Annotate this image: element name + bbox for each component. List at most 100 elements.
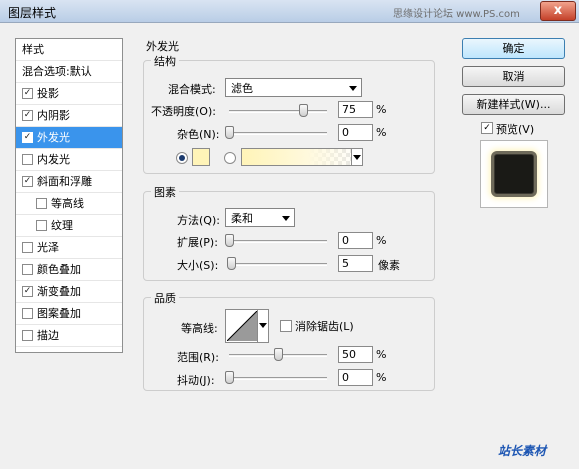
chevron-down-icon <box>259 323 267 328</box>
title-bar: 图层样式 思缘设计论坛 www.PS.com x <box>0 0 579 23</box>
cancel-button[interactable]: 取消 <box>462 66 565 87</box>
method-label: 方法(Q): <box>177 214 220 227</box>
footer-logo: 站长素材 <box>498 444 547 458</box>
opacity-label: 不透明度(O): <box>151 105 216 118</box>
antialias-checkbox[interactable] <box>280 320 292 332</box>
style-list-checkbox[interactable]: ✓ <box>22 110 33 121</box>
style-list-item[interactable]: 颜色叠加 <box>16 259 122 281</box>
style-list-header-label: 样式 <box>22 43 44 56</box>
opacity-slider-thumb[interactable] <box>298 104 308 117</box>
style-list-item-label: 描边 <box>37 329 59 342</box>
range-label: 范围(R): <box>177 351 219 364</box>
style-list-item-label: 投影 <box>37 87 59 100</box>
jitter-input[interactable]: 0 <box>338 369 373 386</box>
size-slider-track[interactable] <box>229 263 327 266</box>
spread-slider-thumb[interactable] <box>225 234 234 247</box>
style-list-item-label: 纹理 <box>51 219 73 232</box>
style-list-item-label: 渐变叠加 <box>37 285 81 298</box>
size-slider-thumb[interactable] <box>226 257 236 270</box>
antialias-label: 消除锯齿(L) <box>295 320 354 333</box>
style-list-checkbox[interactable] <box>22 154 33 165</box>
gradient-dropdown-button[interactable] <box>351 149 362 165</box>
size-unit: 像素 <box>378 259 400 272</box>
blend-options-item[interactable]: 混合选项:默认 <box>16 61 122 83</box>
style-list-checkbox[interactable]: ✓ <box>22 286 33 297</box>
spread-slider-track[interactable] <box>229 240 327 243</box>
chevron-down-icon <box>282 216 290 221</box>
solid-color-radio[interactable] <box>176 152 188 164</box>
style-list-item[interactable]: ✓ 渐变叠加 <box>16 281 122 303</box>
blend-mode-label: 混合模式: <box>168 83 216 96</box>
jitter-unit: % <box>376 371 387 384</box>
style-list-checkbox[interactable] <box>22 264 33 275</box>
style-list-item[interactable]: ✓ 斜面和浮雕 <box>16 171 122 193</box>
style-list-item[interactable]: ✓ 外发光 <box>16 127 122 149</box>
style-list-header[interactable]: 样式 <box>16 39 122 61</box>
jitter-slider-thumb[interactable] <box>225 371 234 384</box>
gradient-radio[interactable] <box>224 152 236 164</box>
style-list-checkbox[interactable] <box>22 330 33 341</box>
style-list-item[interactable]: ✓ 投影 <box>16 83 122 105</box>
style-list-item-label: 内阴影 <box>37 109 70 122</box>
blend-mode-dropdown[interactable]: 滤色 <box>225 78 362 97</box>
size-input[interactable]: 5 <box>338 255 373 272</box>
chevron-down-icon <box>349 86 357 91</box>
style-list-item[interactable]: 纹理 <box>16 215 122 237</box>
style-list-item[interactable]: ✓ 内阴影 <box>16 105 122 127</box>
preview-label: 预览(V) <box>496 123 535 136</box>
contour-dropdown-button[interactable] <box>257 310 268 342</box>
jitter-slider-track[interactable] <box>229 377 327 380</box>
style-list-item[interactable]: 等高线 <box>16 193 122 215</box>
close-button[interactable]: x <box>540 1 576 21</box>
contour-label: 等高线: <box>181 322 218 335</box>
radio-selected-dot <box>179 155 185 161</box>
opacity-slider-track[interactable] <box>229 110 327 113</box>
style-list-checkbox[interactable]: ✓ <box>22 88 33 99</box>
structure-legend: 结构 <box>151 53 179 69</box>
window-title: 图层样式 <box>8 6 57 20</box>
elements-legend: 图素 <box>151 184 179 200</box>
style-list-item-label: 光泽 <box>37 241 59 254</box>
opacity-unit: % <box>376 103 387 116</box>
blend-mode-value: 滤色 <box>231 82 253 95</box>
method-value: 柔和 <box>231 212 253 225</box>
watermark-text: 思缘设计论坛 www.PS.com <box>393 9 520 20</box>
range-slider-thumb[interactable] <box>274 348 283 361</box>
style-list-checkbox[interactable] <box>22 242 33 253</box>
noise-label: 杂色(N): <box>177 128 220 141</box>
style-list-item-label: 斜面和浮雕 <box>37 175 92 188</box>
opacity-input[interactable]: 75 <box>338 101 373 118</box>
style-list-checkbox[interactable] <box>36 198 47 209</box>
quality-legend: 品质 <box>151 290 179 306</box>
spread-input[interactable]: 0 <box>338 232 373 249</box>
style-list-checkbox[interactable]: ✓ <box>22 132 33 143</box>
style-list-item-label: 图案叠加 <box>37 307 81 320</box>
style-list-item[interactable]: 描边 <box>16 325 122 347</box>
new-style-button[interactable]: 新建样式(W)... <box>462 94 565 115</box>
blend-options-label: 混合选项:默认 <box>22 65 92 78</box>
style-list-checkbox[interactable] <box>22 308 33 319</box>
glow-color-swatch[interactable] <box>192 148 210 166</box>
range-input[interactable]: 50 <box>338 346 373 363</box>
style-preview-box <box>480 140 548 208</box>
chevron-down-icon <box>353 155 361 160</box>
method-dropdown[interactable]: 柔和 <box>225 208 295 227</box>
preview-checkbox[interactable]: ✓ <box>481 122 493 134</box>
contour-curve-icon <box>227 311 257 341</box>
style-list-item[interactable]: 内发光 <box>16 149 122 171</box>
style-preview-swatch <box>494 154 534 194</box>
noise-input[interactable]: 0 <box>338 124 373 141</box>
style-list-item[interactable]: 图案叠加 <box>16 303 122 325</box>
style-list-item-label: 内发光 <box>37 153 70 166</box>
style-list-item[interactable]: 光泽 <box>16 237 122 259</box>
noise-unit: % <box>376 126 387 139</box>
contour-picker[interactable] <box>225 309 269 343</box>
noise-slider-thumb[interactable] <box>225 126 234 139</box>
style-list: 样式 混合选项:默认 ✓ 投影 ✓ 内阴影 ✓ 外发光内发光 ✓ 斜面和浮雕等高线纹理光泽颜色… <box>15 38 123 353</box>
gradient-swatch[interactable] <box>241 148 363 166</box>
style-list-checkbox[interactable]: ✓ <box>22 176 33 187</box>
noise-slider-track[interactable] <box>229 132 327 135</box>
jitter-label: 抖动(J): <box>177 374 215 387</box>
ok-button[interactable]: 确定 <box>462 38 565 59</box>
style-list-checkbox[interactable] <box>36 220 47 231</box>
